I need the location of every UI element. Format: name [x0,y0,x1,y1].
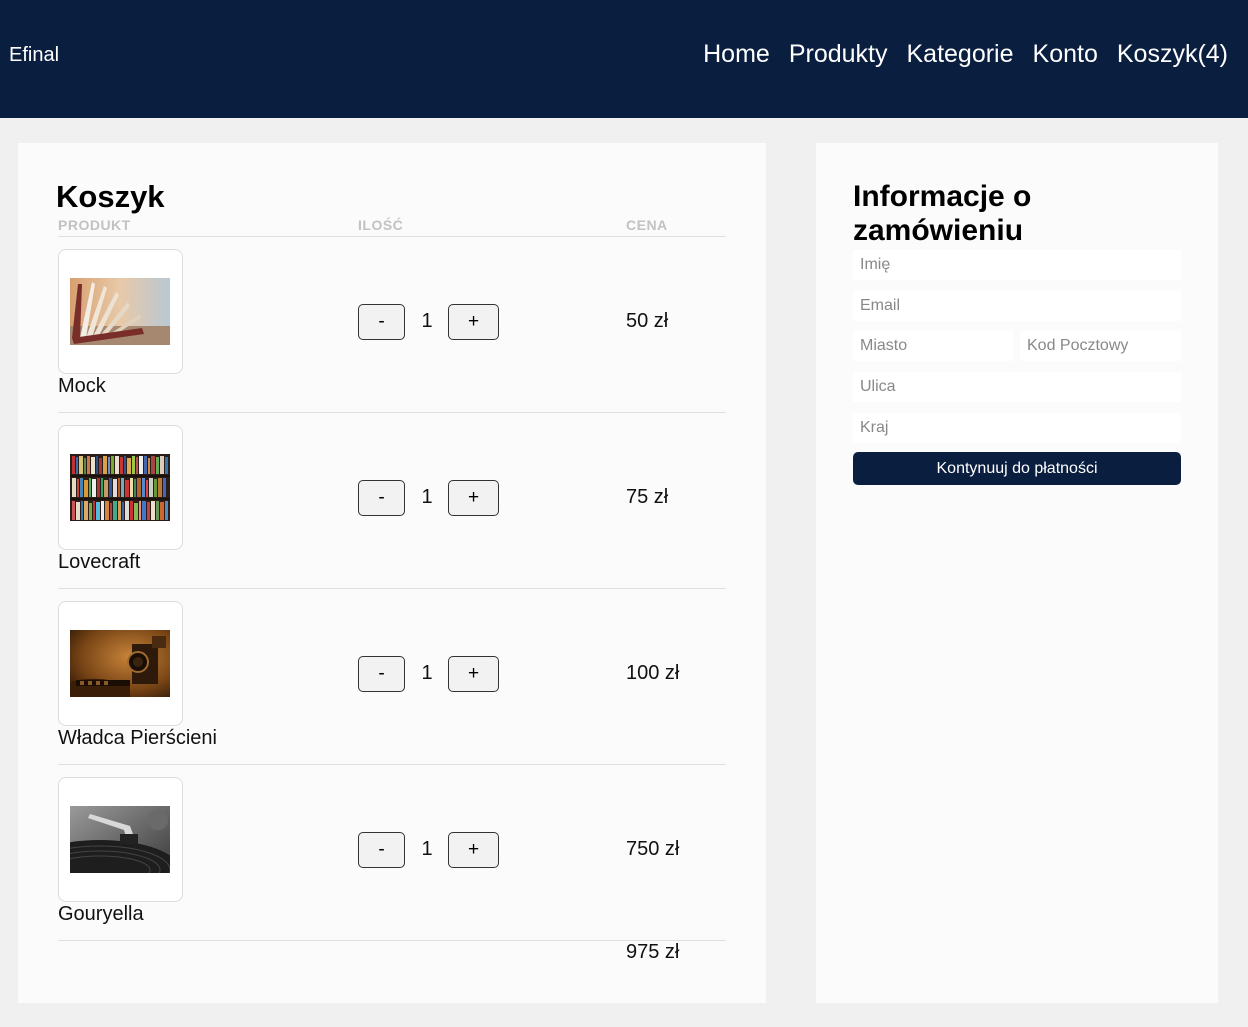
quantity-value: 1 [421,310,433,332]
name-field[interactable]: Imię [853,250,1181,280]
product-thumbnail [58,425,183,550]
decrease-quantity-button[interactable]: - [358,832,405,868]
nav-account-link[interactable]: Konto [1033,40,1098,69]
column-header-price: CENA [626,217,668,233]
nav-cart-link[interactable]: Koszyk(4) [1117,40,1228,69]
cart-row: Lovecraft - 1 + 75 zł [18,413,766,589]
product-price: 100 zł [626,662,680,684]
quantity-value: 1 [421,662,433,684]
order-info-panel: Informacje o zamówieniu Imię Email Miast… [816,143,1218,1003]
postal-code-field[interactable]: Kod Pocztowy [1020,331,1181,361]
main-nav: Home Produkty Kategorie Konto Koszyk(4) [703,40,1228,69]
column-header-quantity: ILOŚĆ [358,217,404,233]
decrease-quantity-button[interactable]: - [358,480,405,516]
cart-total: 975 zł [626,941,680,963]
decrease-quantity-button[interactable]: - [358,304,405,340]
bookshelf-image [70,454,170,521]
top-navbar: Efinal Home Produkty Kategorie Konto Kos… [0,0,1248,118]
column-header-product: PRODUKT [58,217,131,233]
continue-to-payment-button[interactable]: Kontynuuj do płatności [853,452,1181,485]
product-price: 750 zł [626,838,680,860]
product-thumbnail [58,601,183,726]
open-book-image [70,278,170,345]
cart-row: Mock - 1 + 50 zł [18,237,766,413]
cart-panel: Koszyk PRODUKT ILOŚĆ CENA Mock - 1 + 50 … [18,143,766,1003]
cart-row: Gouryella - 1 + 750 zł [18,765,766,941]
email-field[interactable]: Email [853,291,1181,321]
street-field[interactable]: Ulica [853,372,1181,402]
nav-home-link[interactable]: Home [703,40,770,69]
decrease-quantity-button[interactable]: - [358,656,405,692]
vintage-camera-image [70,630,170,697]
product-thumbnail [58,777,183,902]
site-logo[interactable]: Efinal [9,44,59,67]
nav-categories-link[interactable]: Kategorie [906,40,1013,69]
cart-row: Władca Pierścieni - 1 + 100 zł [18,589,766,765]
quantity-value: 1 [421,838,433,860]
quantity-value: 1 [421,486,433,508]
product-name[interactable]: Władca Pierścieni [58,727,217,750]
increase-quantity-button[interactable]: + [448,832,499,868]
city-field[interactable]: Miasto [853,331,1013,361]
order-info-title: Informacje o zamówieniu [853,180,1032,247]
cart-title: Koszyk [56,179,165,214]
country-field[interactable]: Kraj [853,413,1181,443]
increase-quantity-button[interactable]: + [448,656,499,692]
nav-products-link[interactable]: Produkty [789,40,888,69]
turntable-image [70,806,170,873]
product-name[interactable]: Gouryella [58,903,144,926]
increase-quantity-button[interactable]: + [448,480,499,516]
product-price: 50 zł [626,310,669,332]
product-price: 75 zł [626,486,669,508]
product-name[interactable]: Mock [58,375,106,398]
product-name[interactable]: Lovecraft [58,551,140,574]
product-thumbnail [58,249,183,374]
increase-quantity-button[interactable]: + [448,304,499,340]
